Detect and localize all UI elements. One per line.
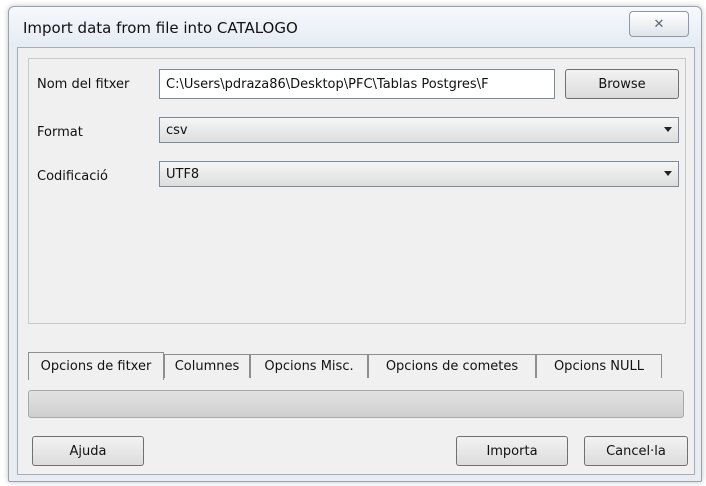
tab-null-options[interactable]: Opcions NULL: [536, 354, 662, 378]
browse-button[interactable]: Browse: [565, 69, 679, 99]
format-select-value: csv: [166, 122, 188, 138]
progress-bar: [28, 390, 684, 418]
tab-columns[interactable]: Columnes: [164, 354, 250, 378]
close-button[interactable]: ✕: [629, 11, 689, 37]
import-dialog: Import data from file into CATALOGO ✕ No…: [8, 6, 702, 482]
tab-strip: Opcions de fitxer Columnes Opcions Misc.…: [28, 352, 684, 380]
title-bar: Import data from file into CATALOGO ✕: [9, 7, 701, 47]
chevron-down-icon: [664, 171, 672, 176]
help-button[interactable]: Ajuda: [32, 436, 144, 466]
encoding-select-value: UTF8: [166, 166, 200, 182]
encoding-select[interactable]: UTF8: [159, 161, 679, 187]
chevron-down-icon: [664, 127, 672, 132]
close-icon: ✕: [653, 16, 665, 32]
tab-file-options[interactable]: Opcions de fitxer: [28, 352, 164, 380]
tab-quote-options[interactable]: Opcions de cometes: [368, 354, 536, 378]
filename-label: Nom del fitxer: [37, 77, 130, 92]
cancel-button[interactable]: Cancel·la: [584, 436, 688, 466]
format-label: Format: [37, 125, 83, 140]
format-select[interactable]: csv: [159, 117, 679, 143]
tab-misc-options[interactable]: Opcions Misc.: [250, 354, 368, 378]
import-button[interactable]: Importa: [456, 436, 568, 466]
encoding-label: Codificació: [37, 169, 108, 184]
dialog-body: Nom del fitxer C:\Users\pdraza86\Desktop…: [17, 47, 695, 475]
filename-input[interactable]: C:\Users\pdraza86\Desktop\PFC\Tablas Pos…: [159, 69, 555, 99]
dialog-title: Import data from file into CATALOGO: [23, 19, 298, 37]
file-options-panel: Nom del fitxer C:\Users\pdraza86\Desktop…: [28, 58, 686, 324]
